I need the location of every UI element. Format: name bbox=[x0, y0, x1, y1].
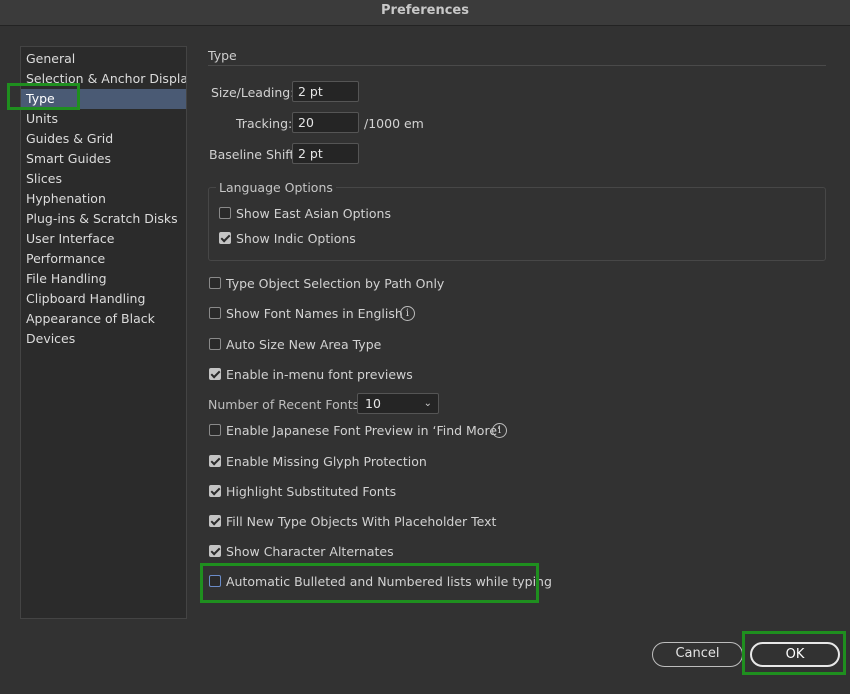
character-alternates-label: Show Character Alternates bbox=[226, 544, 394, 559]
tracking-label: Tracking: bbox=[236, 116, 293, 131]
type-object-selection-checkbox[interactable] bbox=[209, 277, 221, 289]
auto-size-area-checkbox[interactable] bbox=[209, 338, 221, 350]
sidebar-item-plugins-scratch-disks[interactable]: Plug-ins & Scratch Disks bbox=[21, 209, 186, 229]
highlight-box-auto-bullets bbox=[200, 563, 539, 603]
tracking-input[interactable]: 20 bbox=[292, 112, 359, 133]
recent-fonts-value: 10 bbox=[365, 396, 381, 411]
recent-fonts-select[interactable]: 10 ⌄ bbox=[357, 393, 439, 414]
window-title: Preferences bbox=[0, 0, 850, 26]
sidebar-item-slices[interactable]: Slices bbox=[21, 169, 186, 189]
highlight-box-type bbox=[7, 83, 80, 110]
section-title: Type bbox=[208, 48, 237, 63]
language-options-group bbox=[208, 187, 826, 261]
missing-glyph-checkbox[interactable] bbox=[209, 455, 221, 467]
sidebar-item-performance[interactable]: Performance bbox=[21, 249, 186, 269]
highlight-box-ok bbox=[742, 631, 846, 675]
sidebar-item-appearance-of-black[interactable]: Appearance of Black bbox=[21, 309, 186, 329]
inmenu-previews-label: Enable in-menu font previews bbox=[226, 367, 413, 382]
sidebar-item-units[interactable]: Units bbox=[21, 109, 186, 129]
chevron-down-icon: ⌄ bbox=[423, 398, 432, 409]
sidebar-item-clipboard-handling[interactable]: Clipboard Handling bbox=[21, 289, 186, 309]
highlight-substituted-checkbox[interactable] bbox=[209, 485, 221, 497]
size-leading-input[interactable]: 2 pt bbox=[292, 81, 359, 102]
type-object-selection-label: Type Object Selection by Path Only bbox=[226, 276, 445, 291]
preferences-sidebar: General Selection & Anchor Display Type … bbox=[20, 46, 187, 619]
sidebar-item-smart-guides[interactable]: Smart Guides bbox=[21, 149, 186, 169]
sidebar-item-devices[interactable]: Devices bbox=[21, 329, 186, 349]
font-names-english-checkbox[interactable] bbox=[209, 307, 221, 319]
font-names-english-label: Show Font Names in English bbox=[226, 306, 403, 321]
cancel-button[interactable]: Cancel bbox=[652, 642, 743, 667]
auto-size-area-label: Auto Size New Area Type bbox=[226, 337, 382, 352]
info-icon[interactable]: i bbox=[400, 306, 415, 321]
indic-label: Show Indic Options bbox=[236, 231, 356, 246]
size-leading-label: Size/Leading: bbox=[211, 85, 295, 100]
recent-fonts-label: Number of Recent Fonts: bbox=[208, 397, 364, 412]
highlight-substituted-label: Highlight Substituted Fonts bbox=[226, 484, 397, 499]
sidebar-item-general[interactable]: General bbox=[21, 49, 186, 69]
japanese-preview-label: Enable Japanese Font Preview in ‘Find Mo… bbox=[226, 423, 501, 438]
language-options-title: Language Options bbox=[216, 180, 336, 195]
missing-glyph-label: Enable Missing Glyph Protection bbox=[226, 454, 427, 469]
placeholder-text-label: Fill New Type Objects With Placeholder T… bbox=[226, 514, 497, 529]
section-divider bbox=[208, 65, 826, 66]
baseline-shift-input[interactable]: 2 pt bbox=[292, 143, 359, 164]
tracking-unit: /1000 em bbox=[364, 116, 424, 131]
inmenu-previews-checkbox[interactable] bbox=[209, 368, 221, 380]
placeholder-text-checkbox[interactable] bbox=[209, 515, 221, 527]
sidebar-item-hyphenation[interactable]: Hyphenation bbox=[21, 189, 186, 209]
character-alternates-checkbox[interactable] bbox=[209, 545, 221, 557]
indic-checkbox[interactable] bbox=[219, 232, 231, 244]
sidebar-item-guides-grid[interactable]: Guides & Grid bbox=[21, 129, 186, 149]
japanese-preview-checkbox[interactable] bbox=[209, 424, 221, 436]
baseline-shift-label: Baseline Shift: bbox=[209, 147, 299, 162]
sidebar-item-user-interface[interactable]: User Interface bbox=[21, 229, 186, 249]
east-asian-checkbox[interactable] bbox=[219, 207, 231, 219]
info-icon[interactable]: i bbox=[492, 423, 507, 438]
east-asian-label: Show East Asian Options bbox=[236, 206, 391, 221]
sidebar-item-file-handling[interactable]: File Handling bbox=[21, 269, 186, 289]
